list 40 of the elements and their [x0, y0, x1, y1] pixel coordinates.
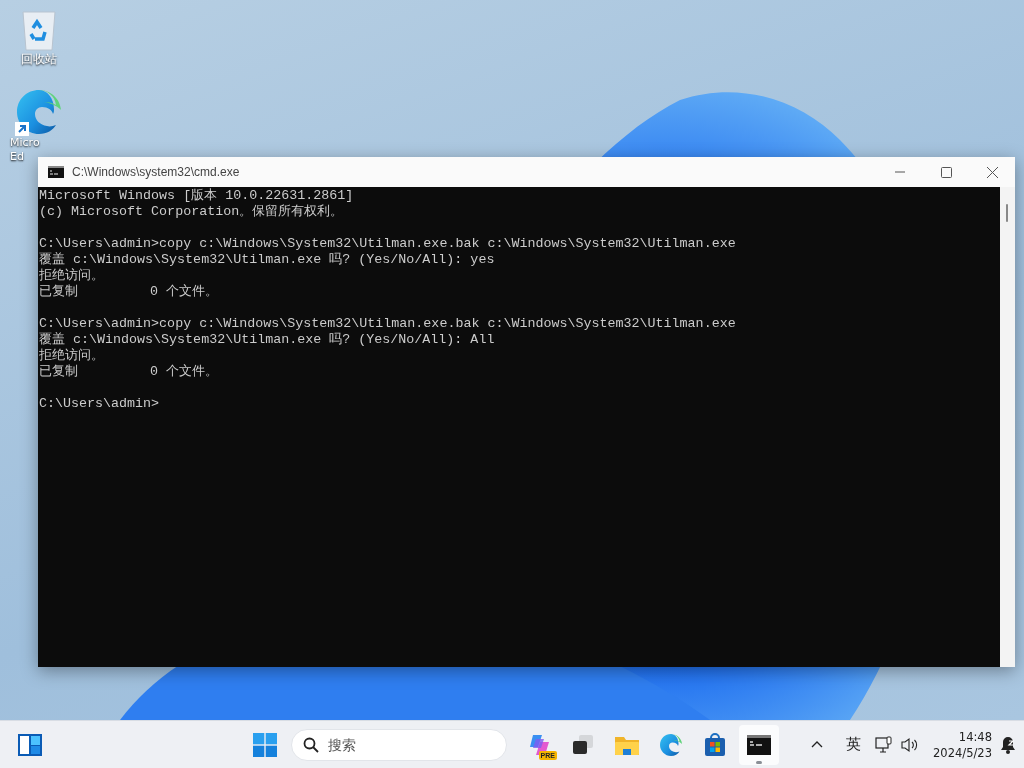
clock-time: 14:48: [958, 728, 992, 745]
console-line: 拒绝访问。: [39, 348, 105, 364]
console-line: Microsoft Windows [版本 10.0.22631.2861]: [39, 188, 355, 204]
network-icon[interactable]: [875, 735, 894, 754]
console-line: (c) Microsoft Corporation。保留所有权利。: [39, 204, 345, 220]
console-line: 拒绝访问。: [39, 268, 105, 284]
task-view-icon: [571, 733, 595, 756]
terminal-icon: [48, 166, 64, 178]
console-line: 覆盖 c:\Windows\System32\Utilman.exe 吗? (Yes/No/All): All: [39, 332, 496, 348]
search-icon: [303, 736, 319, 753]
search-field[interactable]: 搜索: [291, 728, 507, 761]
recycle-bin-icon: [19, 8, 59, 52]
console-line: C:\Users\admin>copy c:\Windows\System32\Utilman.exe.bak c:\Windows\System32\Utilman.exe: [39, 236, 737, 252]
window-title: C:\Windows\system32\cmd.exe: [72, 165, 241, 179]
volume-icon[interactable]: [901, 736, 920, 753]
desktop-icon-label: Micro: [9, 136, 40, 150]
widgets-icon: [18, 733, 42, 756]
console-line: 覆盖 c:\Windows\System32\Utilman.exe 吗? (Yes/No/All): yes: [39, 252, 496, 268]
clock[interactable]: 14:48 2024/5/23: [933, 728, 992, 761]
console-line: C:\Users\admin>: [39, 396, 161, 412]
chevron-up-icon: [811, 741, 824, 748]
clock-date: 2024/5/23: [933, 744, 992, 761]
store-icon: [703, 732, 727, 757]
running-indicator: [756, 760, 762, 764]
edge-icon[interactable]: [659, 732, 683, 757]
console-line: 已复制 0 个文件。: [39, 364, 220, 380]
close-icon: [986, 166, 998, 178]
input-method-button[interactable]: 英: [839, 724, 868, 765]
taskbar-app-button[interactable]: [739, 724, 779, 765]
windows-logo-icon: [253, 732, 277, 757]
terminal-icon: [747, 734, 771, 755]
desktop-icon-label: Ed: [9, 150, 24, 164]
console-line: 已复制 0 个文件。: [39, 284, 220, 300]
notification-bell-icon[interactable]: [1000, 735, 1016, 754]
desktop-icon-label: 回收站: [21, 52, 57, 66]
scrollbar[interactable]: [1000, 187, 1015, 667]
console-line: C:\Users\admin>copy c:\Windows\System32\Utilman.exe.bak c:\Windows\System32\Utilman.exe: [39, 316, 737, 332]
desktop-edge-icon: [15, 88, 63, 136]
maximize-icon: [940, 166, 952, 178]
shortcut-arrow-icon: [15, 122, 29, 136]
